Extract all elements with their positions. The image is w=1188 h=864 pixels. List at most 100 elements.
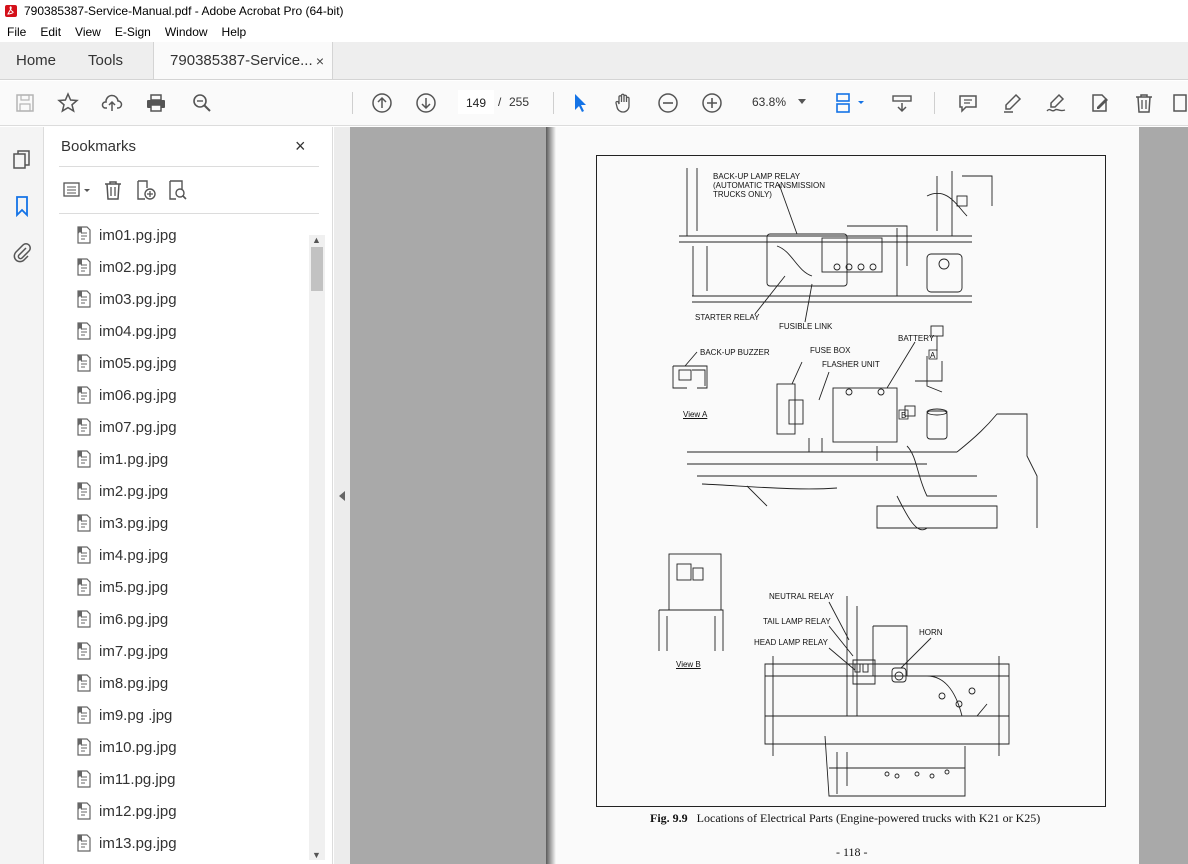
label-fuse-box: FUSE BOX <box>810 346 851 355</box>
label-head-lamp-relay: HEAD LAMP RELAY <box>754 638 828 647</box>
bookmark-item[interactable]: im03.pg.jpg <box>75 283 305 315</box>
bookmarks-title: Bookmarks <box>61 138 137 155</box>
sign-icon[interactable] <box>1043 90 1069 116</box>
collapse-panel-handle[interactable] <box>334 127 350 864</box>
bookmark-item[interactable]: im13.pg.jpg <box>75 827 305 859</box>
bookmark-page-icon <box>77 258 91 276</box>
delete-bookmark-icon[interactable] <box>99 177 127 203</box>
bookmark-page-icon <box>77 674 91 692</box>
bookmark-label: im07.pg.jpg <box>99 418 177 436</box>
bookmark-item[interactable]: im3.pg.jpg <box>75 507 305 539</box>
bookmark-item[interactable]: im5.pg.jpg <box>75 571 305 603</box>
menu-view[interactable]: View <box>68 25 108 39</box>
find-bookmark-icon[interactable] <box>163 177 191 203</box>
new-bookmark-icon[interactable] <box>131 177 159 203</box>
prev-page-icon[interactable] <box>369 90 395 116</box>
menu-esign[interactable]: E-Sign <box>108 25 158 39</box>
figure-caption-text: Locations of Electrical Parts (Engine-po… <box>696 811 1041 825</box>
scroll-up-icon[interactable]: ▲ <box>312 235 321 245</box>
bookmark-page-icon <box>77 418 91 436</box>
bookmark-item[interactable]: im6.pg.jpg <box>75 603 305 635</box>
label-battery: BATTERY <box>898 334 935 343</box>
page-fit-icon[interactable] <box>833 90 869 116</box>
menu-file[interactable]: File <box>0 25 33 39</box>
electrical-parts-drawing <box>658 168 1038 797</box>
close-icon[interactable]: × <box>295 136 306 157</box>
upload-icon[interactable] <box>99 90 125 116</box>
pages-icon[interactable] <box>10 148 34 172</box>
bookmark-item[interactable]: im10.pg.jpg <box>75 731 305 763</box>
delete-icon[interactable] <box>1131 90 1157 116</box>
divider <box>59 213 319 214</box>
left-rail <box>0 127 44 864</box>
window-title: 790385387-Service-Manual.pdf - Adobe Acr… <box>24 4 344 18</box>
zoom-in-icon[interactable] <box>699 90 725 116</box>
bookmark-item[interactable]: im05.pg.jpg <box>75 347 305 379</box>
scroll-down-icon[interactable]: ▼ <box>312 850 321 860</box>
tab-document[interactable]: 790385387-Service... × <box>153 42 334 79</box>
hand-icon[interactable] <box>611 90 637 116</box>
chevron-left-icon <box>339 490 345 501</box>
label-starter-relay: STARTER RELAY <box>695 313 760 322</box>
bookmark-page-icon <box>77 706 91 724</box>
more-icon[interactable] <box>1170 90 1188 116</box>
bookmark-page-icon <box>77 354 91 372</box>
bookmark-item[interactable]: im12.pg.jpg <box>75 795 305 827</box>
bookmarks-scrollbar[interactable]: ▲ ▼ <box>309 235 325 860</box>
toolbar-divider <box>352 92 353 114</box>
scroll-mode-icon[interactable] <box>889 90 915 116</box>
bookmark-list: im01.pg.jpg im02.pg.jpg im03.pg.jpg im04… <box>75 219 305 859</box>
bookmark-page-icon <box>77 610 91 628</box>
bookmark-page-icon <box>77 226 91 244</box>
label-backup-lamp-relay: BACK-UP LAMP RELAY (AUTOMATIC TRANSMISSI… <box>713 172 826 199</box>
comment-icon[interactable] <box>955 90 981 116</box>
next-page-icon[interactable] <box>413 90 439 116</box>
options-icon[interactable] <box>59 177 95 203</box>
tab-tools[interactable]: Tools <box>72 42 139 79</box>
star-icon[interactable] <box>55 90 81 116</box>
attachment-icon[interactable] <box>10 240 34 264</box>
menu-edit[interactable]: Edit <box>33 25 68 39</box>
bookmark-label: im1.pg.jpg <box>99 450 169 468</box>
highlight-icon[interactable] <box>999 90 1025 116</box>
bookmark-page-icon <box>77 386 91 404</box>
zoom-dropdown[interactable]: 63.8% <box>742 90 812 114</box>
document-area[interactable]: BACK-UP LAMP RELAY (AUTOMATIC TRANSMISSI… <box>350 127 1188 864</box>
menu-window[interactable]: Window <box>158 25 215 39</box>
bookmark-item[interactable]: im2.pg.jpg <box>75 475 305 507</box>
tab-close-button[interactable]: × <box>316 53 324 69</box>
scrollbar-thumb[interactable] <box>311 247 323 291</box>
bookmark-icon[interactable] <box>10 194 34 218</box>
menu-help[interactable]: Help <box>215 25 254 39</box>
bookmark-item[interactable]: im8.pg.jpg <box>75 667 305 699</box>
tab-home[interactable]: Home <box>0 42 72 79</box>
bookmark-item[interactable]: im04.pg.jpg <box>75 315 305 347</box>
edit-icon[interactable] <box>1087 90 1113 116</box>
bookmark-item[interactable]: im06.pg.jpg <box>75 379 305 411</box>
bookmark-page-icon <box>77 642 91 660</box>
bookmark-item[interactable]: im1.pg.jpg <box>75 443 305 475</box>
bookmark-item[interactable]: im7.pg.jpg <box>75 635 305 667</box>
label-backup-buzzer: BACK-UP BUZZER <box>700 348 770 357</box>
zoom-out-icon[interactable] <box>655 90 681 116</box>
zoom-value: 63.8% <box>752 95 787 109</box>
bookmark-item[interactable]: im11.pg.jpg <box>75 763 305 795</box>
bookmark-label: im9.pg .jpg <box>99 706 173 724</box>
bookmark-label: im7.pg.jpg <box>99 642 169 660</box>
bookmark-item[interactable]: im02.pg.jpg <box>75 251 305 283</box>
page-number-input[interactable]: 149 <box>458 90 494 114</box>
save-icon[interactable] <box>12 90 38 116</box>
bookmark-item[interactable]: im07.pg.jpg <box>75 411 305 443</box>
label-fusible-link: FUSIBLE LINK <box>779 322 833 331</box>
bookmark-page-icon <box>77 802 91 820</box>
bookmark-item[interactable]: im4.pg.jpg <box>75 539 305 571</box>
bookmark-page-icon <box>77 514 91 532</box>
select-arrow-icon[interactable] <box>567 90 593 116</box>
bookmark-label: im03.pg.jpg <box>99 290 177 308</box>
print-icon[interactable] <box>143 90 169 116</box>
bookmark-item[interactable]: im9.pg .jpg <box>75 699 305 731</box>
bookmark-page-icon <box>77 834 91 852</box>
bookmark-item[interactable]: im01.pg.jpg <box>75 219 305 251</box>
zoom-search-icon[interactable] <box>189 90 215 116</box>
bookmark-page-icon <box>77 738 91 756</box>
